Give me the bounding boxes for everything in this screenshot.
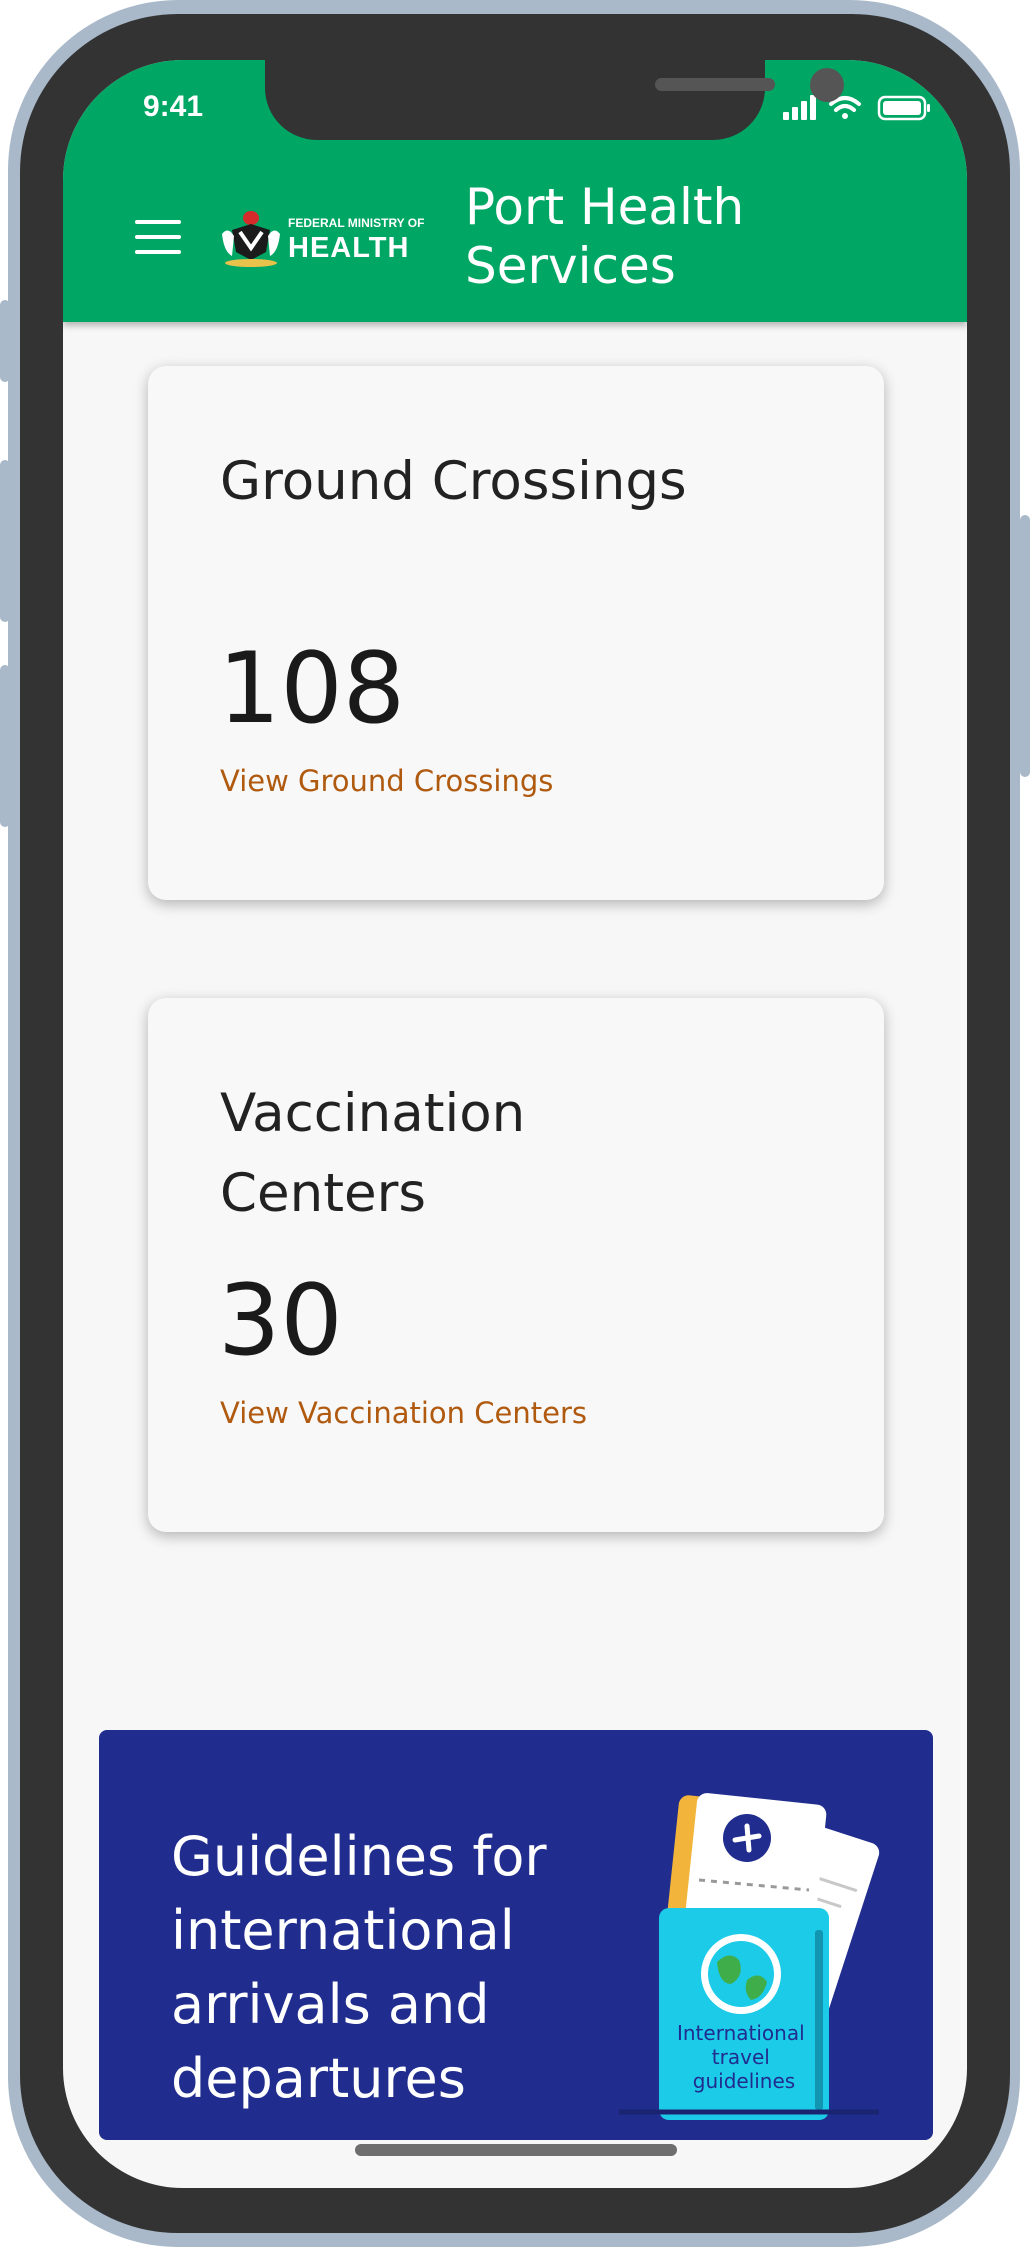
status-icons [783, 95, 930, 121]
signal-icon [783, 95, 816, 120]
front-camera [810, 68, 844, 102]
card-title: Vaccination Centers [220, 1083, 526, 1224]
app-header: 9:41 FEDERAL MINISTRY OF HEALTH Port Hea… [63, 60, 967, 322]
card-count: 30 [218, 1264, 343, 1378]
ground-crossings-card: Ground Crossings 108 View Ground Crossin… [148, 366, 884, 900]
card-title: Ground Crossings [220, 451, 687, 512]
logo-top-text: FEDERAL MINISTRY OF [288, 216, 425, 230]
card-count: 108 [218, 632, 406, 746]
coat-of-arms-icon [222, 211, 280, 267]
battery-icon [877, 95, 930, 121]
speaker-grille [655, 78, 775, 91]
volume-down-button [0, 665, 10, 827]
status-time: 9:41 [143, 90, 204, 123]
passport-illustration-icon: International travel guidelines [619, 1793, 880, 2120]
volume-up-button [0, 460, 10, 622]
device-notch [265, 60, 844, 140]
menu-icon[interactable] [135, 220, 181, 254]
logo-main-text: HEALTH [288, 232, 410, 264]
travel-guidelines-banner[interactable]: Guidelines for international arrivals an… [99, 1730, 933, 2140]
banner-headline: Guidelines for international arrivals an… [171, 1825, 547, 2110]
vaccination-centers-card: Vaccination Centers 30 View Vaccination … [148, 998, 884, 1532]
power-button [1020, 515, 1030, 777]
view-ground-crossings-link[interactable]: View Ground Crossings [220, 764, 553, 798]
mute-switch [0, 300, 10, 382]
app-screen: 9:41 FEDERAL MINISTRY OF HEALTH Port Hea… [63, 60, 967, 2188]
ministry-logo: FEDERAL MINISTRY OF HEALTH [218, 208, 438, 268]
wifi-icon [829, 96, 861, 119]
home-indicator[interactable] [355, 2144, 677, 2156]
view-vaccination-centers-link[interactable]: View Vaccination Centers [220, 1396, 587, 1430]
page-title: Port Health Services [465, 178, 745, 295]
